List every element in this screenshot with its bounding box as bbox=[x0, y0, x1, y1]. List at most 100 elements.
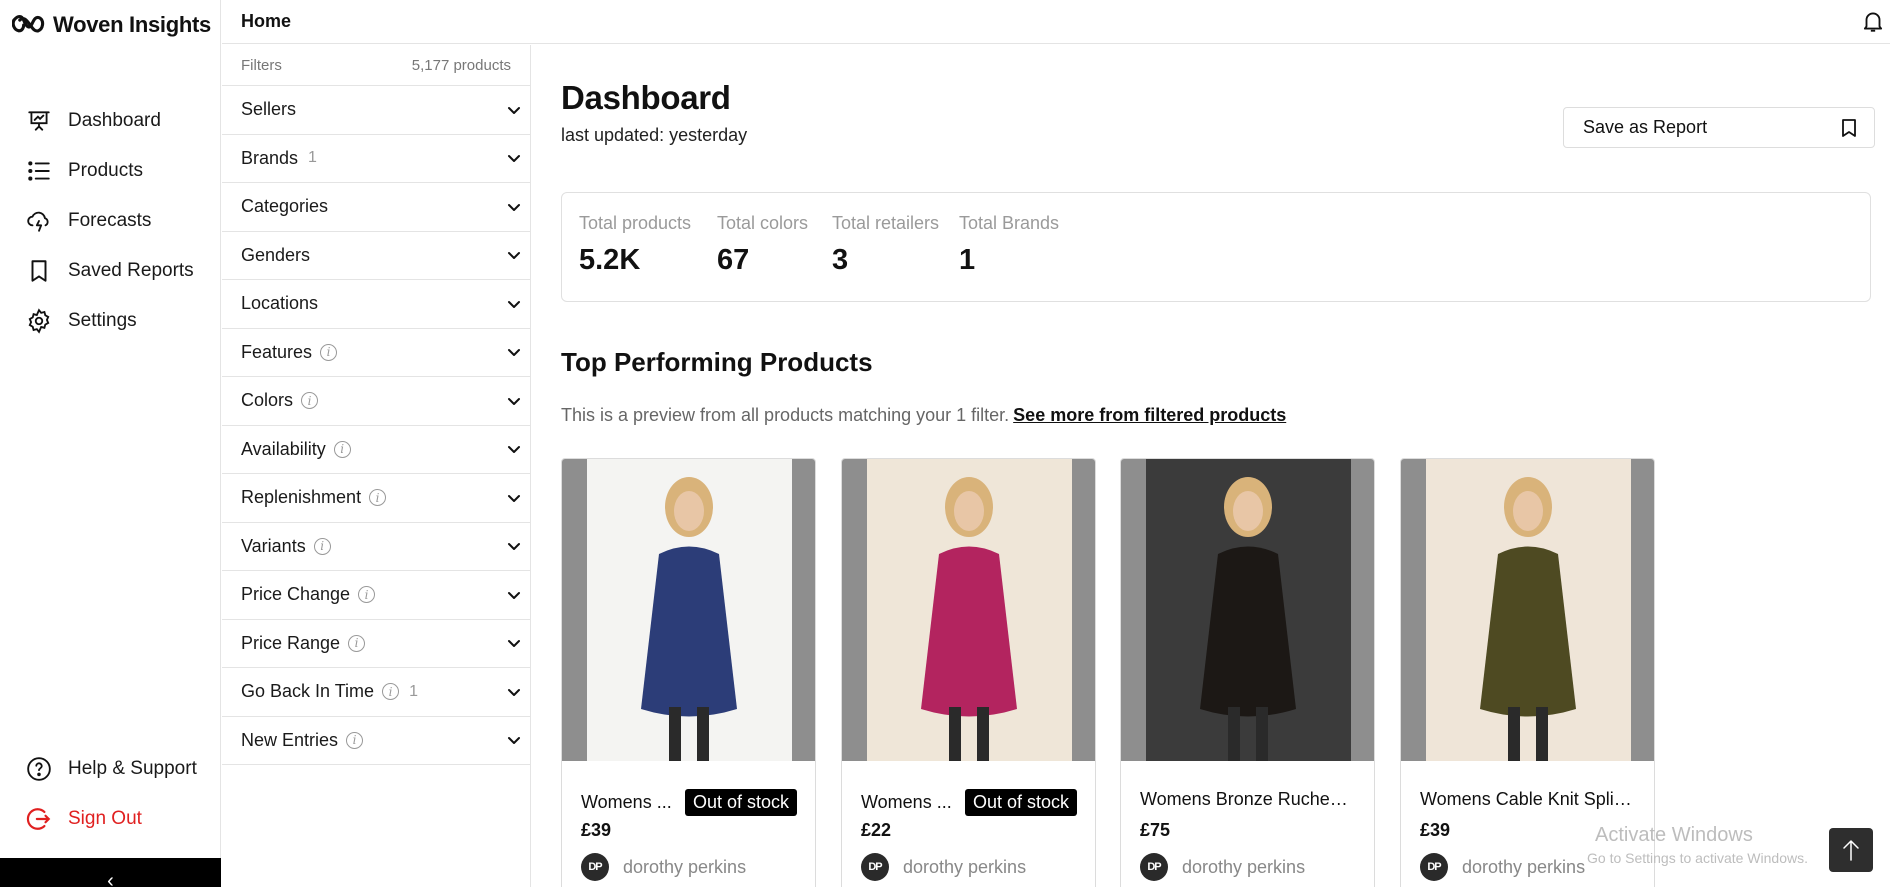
filter-label: Locations bbox=[241, 293, 319, 314]
collapse-chevron-icon: ‹ bbox=[107, 870, 114, 887]
product-title-row: Womens Bronze Ruched ... bbox=[1140, 789, 1356, 810]
arrow-up-icon bbox=[1843, 839, 1859, 861]
filter-label: Price Range bbox=[241, 632, 341, 653]
chevron-down-icon bbox=[508, 349, 520, 357]
product-card[interactable]: Womens Cable Knit Split ... £39 DP dorothy … bbox=[1400, 458, 1655, 887]
filter-label: Genders bbox=[241, 244, 311, 265]
chevron-down-icon bbox=[508, 640, 520, 648]
product-card[interactable]: Womens Bronze Ruched ... £75 DP dorothy per… bbox=[1120, 458, 1375, 887]
info-icon[interactable]: i bbox=[346, 731, 364, 749]
product-count: 5,177 products bbox=[411, 56, 511, 74]
nav-item-forecasts[interactable]: Forecasts bbox=[0, 196, 221, 246]
filter-availability[interactable]: Availability i bbox=[222, 426, 530, 474]
product-seller: DP dorothy perkins bbox=[581, 853, 746, 881]
filter-variants[interactable]: Variants i bbox=[222, 523, 530, 571]
nav-item-help[interactable]: Help & Support bbox=[0, 744, 221, 794]
stat-total-retailers: Total retailers 3 bbox=[832, 213, 939, 277]
nav-label: Settings bbox=[68, 310, 137, 331]
seller-name: dorothy perkins bbox=[1462, 856, 1586, 877]
nav-item-saved-reports[interactable]: Saved Reports bbox=[0, 246, 221, 296]
info-icon[interactable]: i bbox=[348, 634, 366, 652]
filter-go-back-in-time[interactable]: Go Back In Time i 1 bbox=[222, 668, 530, 717]
chevron-down-icon bbox=[508, 688, 520, 696]
product-seller: DP dorothy perkins bbox=[1420, 853, 1585, 881]
filter-brands[interactable]: Brands 1 bbox=[222, 135, 530, 183]
nav-item-products[interactable]: Products bbox=[0, 146, 221, 196]
product-title[interactable]: Womens ... bbox=[861, 792, 952, 813]
filter-locations[interactable]: Locations bbox=[222, 280, 530, 329]
filter-features[interactable]: Features i bbox=[222, 329, 530, 377]
product-title[interactable]: Womens ... bbox=[581, 792, 672, 813]
product-image-frame bbox=[1121, 459, 1374, 761]
preview-description: This is a preview from all products matc… bbox=[561, 405, 1010, 425]
last-updated: last updated: yesterday bbox=[561, 125, 748, 145]
product-title[interactable]: Womens Bronze Ruched ... bbox=[1140, 789, 1356, 810]
breadcrumb[interactable]: Home bbox=[241, 11, 291, 32]
product-card[interactable]: Womens ... Out of stock £39 DP dorothy perki… bbox=[561, 458, 816, 887]
info-icon[interactable]: i bbox=[313, 537, 331, 555]
product-price: £22 bbox=[861, 820, 892, 840]
bookmark-icon bbox=[1842, 118, 1856, 137]
filter-label: Features bbox=[241, 341, 313, 362]
nav-label: Products bbox=[68, 160, 143, 181]
nav-item-settings[interactable]: Settings bbox=[0, 296, 221, 346]
filter-new-entries[interactable]: New Entries i bbox=[222, 717, 530, 765]
product-title-row: Womens ... Out of stock bbox=[581, 789, 797, 816]
info-icon[interactable]: i bbox=[301, 392, 319, 410]
nav-label: Saved Reports bbox=[68, 260, 194, 281]
brand-logo[interactable]: Woven Insights bbox=[12, 11, 211, 39]
help-circle-icon bbox=[27, 757, 51, 781]
top-bar: Home bbox=[222, 0, 1890, 44]
filter-genders[interactable]: Genders bbox=[222, 232, 530, 280]
filter-colors[interactable]: Colors i bbox=[222, 377, 530, 426]
filter-categories[interactable]: Categories bbox=[222, 183, 530, 232]
stats-card: Total products 5.2K Total colors 67 Tota… bbox=[561, 192, 1871, 302]
filter-label: Sellers bbox=[241, 99, 297, 120]
nav-label: Forecasts bbox=[68, 210, 152, 231]
nav-item-sign-out[interactable]: Sign Out bbox=[0, 794, 221, 844]
nav-label: Help & Support bbox=[68, 758, 197, 779]
seller-avatar: DP bbox=[1420, 853, 1448, 881]
product-title[interactable]: Womens Cable Knit Split ... bbox=[1420, 789, 1636, 810]
info-icon[interactable]: i bbox=[320, 343, 338, 361]
product-title-row: Womens ... Out of stock bbox=[861, 789, 1077, 816]
chevron-down-icon bbox=[508, 543, 520, 551]
filter-price-range[interactable]: Price Range i bbox=[222, 620, 530, 668]
stat-value: 67 bbox=[717, 244, 750, 276]
filter-replenishment[interactable]: Replenishment i bbox=[222, 474, 530, 523]
seller-avatar: DP bbox=[861, 853, 889, 881]
stat-label: Total products bbox=[579, 213, 692, 233]
scroll-to-top-button[interactable] bbox=[1829, 828, 1873, 872]
nav-item-dashboard[interactable]: Dashboard bbox=[0, 96, 221, 146]
info-icon[interactable]: i bbox=[358, 586, 376, 604]
info-icon[interactable]: i bbox=[369, 489, 387, 507]
main-content: Dashboard last updated: yesterday Save a… bbox=[532, 45, 1890, 887]
sign-out-icon bbox=[26, 808, 51, 830]
stat-label: Total retailers bbox=[832, 213, 940, 233]
chevron-down-icon bbox=[508, 446, 520, 454]
chevron-down-icon bbox=[508, 155, 520, 163]
product-price: £39 bbox=[581, 820, 612, 840]
windows-watermark: Activate Windows bbox=[1595, 824, 1753, 846]
filter-label: Categories bbox=[241, 196, 329, 217]
product-image bbox=[867, 459, 1072, 761]
product-image bbox=[1426, 459, 1631, 761]
filter-price-change[interactable]: Price Change i bbox=[222, 571, 530, 620]
product-card[interactable]: Womens ... Out of stock £22 DP dorothy perki… bbox=[841, 458, 1096, 887]
chevron-down-icon bbox=[508, 203, 520, 211]
filter-sellers[interactable]: Sellers bbox=[222, 86, 530, 135]
filter-label: Replenishment bbox=[241, 487, 362, 508]
nav-list: Dashboard Products Forecasts Saved Repor… bbox=[0, 96, 221, 346]
woven-logo-icon bbox=[12, 14, 45, 33]
info-icon[interactable]: i bbox=[333, 440, 351, 458]
product-image-frame bbox=[1401, 459, 1654, 761]
presentation-icon bbox=[28, 111, 50, 131]
save-as-report-button[interactable]: Save as Report bbox=[1563, 107, 1875, 148]
windows-watermark-sub: Go to Settings to activate Windows. bbox=[1587, 850, 1808, 866]
sidebar-collapse-button[interactable]: ‹ bbox=[0, 858, 221, 887]
stat-total-products: Total products 5.2K bbox=[579, 213, 691, 277]
bell-icon[interactable] bbox=[1860, 8, 1886, 34]
info-icon[interactable]: i bbox=[382, 683, 400, 701]
see-more-link[interactable]: See more from filtered products bbox=[1013, 405, 1286, 425]
stat-label: Total Brands bbox=[959, 213, 1060, 233]
